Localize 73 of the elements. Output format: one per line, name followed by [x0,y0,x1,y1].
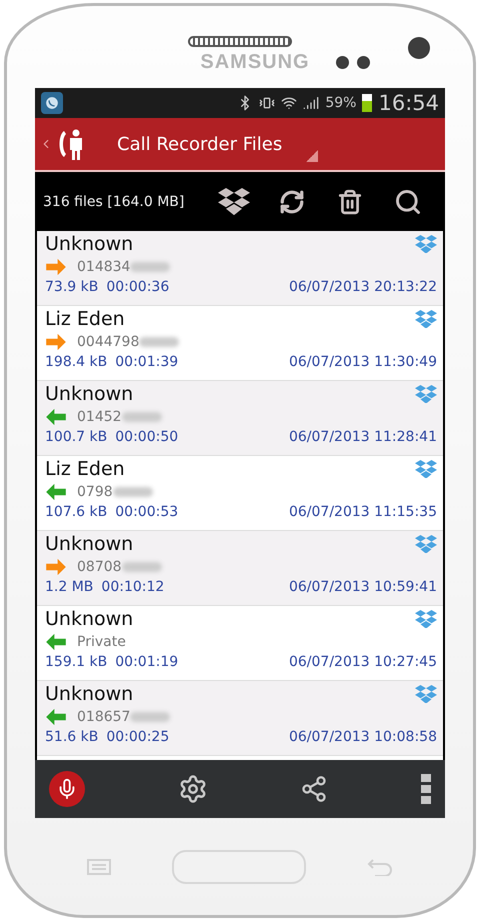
call-duration: 00:00:25 [106,729,170,745]
settings-button[interactable] [178,774,208,804]
phone-number: 08708 [77,559,122,575]
record-button[interactable] [49,771,85,807]
sensor [336,56,349,69]
call-duration: 00:00:50 [115,429,178,445]
phone-app-icon [41,92,63,114]
recording-row[interactable]: Unknown 01452 100.7 kB 00:00:50 06/07/2013 11:28:41 [37,381,443,456]
brand-logo: SAMSUNG [200,51,310,74]
caller-person-icon [57,127,85,161]
dropbox-icon [218,188,250,216]
clock: 16:54 [378,91,439,115]
front-camera [408,36,430,58]
file-summary: 316 files [164.0 MB] [43,194,186,210]
share-button[interactable] [300,775,328,803]
call-datetime: 06/07/2013 10:08:58 [288,729,437,745]
sync-icon [279,188,305,214]
call-datetime: 06/07/2013 20:13:22 [288,279,437,295]
caller-name: Unknown [45,683,134,705]
more-icon [420,774,431,804]
wifi-icon [281,95,298,111]
caller-name: Unknown [45,383,134,405]
file-size: 159.1 kB [45,654,108,670]
dropbox-icon [415,684,437,704]
phone-number: 018657 [77,709,130,725]
sensor [356,56,370,69]
recording-row[interactable]: Unknown 08708 1.2 MB 00:10:12 06/07/2013 10:59:41 [37,531,443,606]
file-size: 51.6 kB [45,729,98,745]
file-size: 73.9 kB [45,279,98,295]
recording-row[interactable]: Unknown 014834 73.9 kB 00:00:36 06/07/2013 20:13:22 [37,231,443,306]
caller-name: Liz Eden [45,458,125,480]
call-duration: 00:01:39 [115,354,178,370]
call-datetime: 06/07/2013 10:27:45 [288,654,437,670]
call-datetime: 06/07/2013 11:15:35 [288,504,437,520]
phone-number: 0798 [77,484,113,500]
caller-name: Unknown [45,233,134,255]
dropbox-icon [415,384,437,404]
phone-number: 0044798 [77,334,140,350]
call-datetime: 06/07/2013 11:30:49 [288,354,437,370]
file-size: 198.4 kB [45,354,108,370]
call-datetime: 06/07/2013 11:28:41 [288,429,437,445]
phone-number: Private [77,634,126,650]
call-duration: 00:10:12 [101,579,164,595]
battery-percent: 59% [325,95,356,111]
share-icon [300,775,328,803]
recording-row[interactable]: Unknown 018657 51.6 kB 00:00:25 06/07/2013 10:08:58 [37,681,443,756]
caller-name: Unknown [45,533,134,555]
call-duration: 00:00:53 [115,504,178,520]
more-button[interactable] [420,774,431,804]
phone-number: 014834 [77,259,130,275]
dropbox-icon [415,234,437,254]
call-duration: 00:01:19 [115,654,178,670]
call-datetime: 06/07/2013 10:59:41 [288,579,437,595]
dropbox-icon [415,310,437,328]
signal-icon [303,95,320,111]
battery-icon [362,94,372,112]
dropbox-icon [415,610,437,628]
call-duration: 00:00:36 [106,279,170,295]
app-title: Call Recorder Files [117,134,282,154]
dropbox-icon [415,460,437,478]
trash-icon [337,188,363,214]
phone-number: 01452 [77,409,122,425]
caller-name: Unknown [45,608,134,630]
search-icon [394,188,422,216]
caller-name: Liz Eden [45,308,125,330]
file-size: 1.2 MB [45,579,94,595]
back-key-icon [366,858,393,876]
dropbox-icon [415,534,437,554]
settings-icon [178,774,208,804]
file-size: 107.6 kB [45,504,108,520]
vibrate-icon [259,95,276,111]
menu-key-icon [87,858,112,874]
file-size: 100.7 kB [45,429,108,445]
